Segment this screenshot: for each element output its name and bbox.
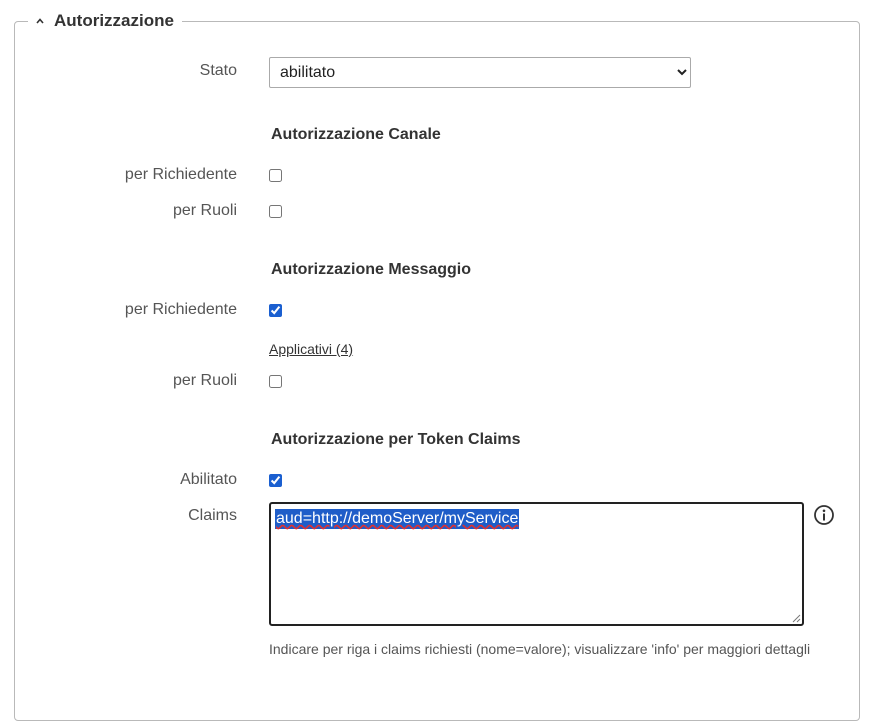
canale-per-richiedente-checkbox[interactable]: [269, 169, 282, 182]
resize-handle-icon[interactable]: [791, 613, 801, 623]
abilitato-label: Abilitato: [180, 471, 237, 488]
claims-value[interactable]: aud=http://demoServer/myService: [275, 509, 520, 529]
messaggio-per-ruoli-label: per Ruoli: [172, 372, 237, 389]
canale-per-ruoli-checkbox[interactable]: [269, 205, 282, 218]
messaggio-per-richiedente-label: per Richiedente: [124, 301, 237, 318]
chevron-up-icon[interactable]: [34, 15, 46, 27]
stato-select[interactable]: abilitato: [269, 57, 691, 88]
messaggio-per-richiedente-checkbox[interactable]: [269, 304, 282, 317]
token-claims-title: Autorizzazione per Token Claims: [271, 431, 521, 448]
claims-textarea[interactable]: aud=http://demoServer/myService: [269, 502, 804, 626]
section-header[interactable]: Autorizzazione: [28, 10, 182, 32]
canale-title: Autorizzazione Canale: [271, 126, 441, 143]
claims-hint: Indicare per riga i claims richiesti (no…: [269, 641, 811, 657]
canale-per-ruoli-label: per Ruoli: [172, 202, 237, 219]
stato-label: Stato: [199, 62, 237, 79]
section-title: Autorizzazione: [54, 11, 174, 30]
canale-per-richiedente-label: per Richiedente: [124, 166, 237, 183]
info-icon[interactable]: [813, 504, 835, 526]
applicativi-link[interactable]: Applicativi (4): [269, 341, 353, 357]
claims-label: Claims: [188, 507, 237, 524]
abilitato-checkbox[interactable]: [269, 474, 282, 487]
messaggio-per-ruoli-checkbox[interactable]: [269, 375, 282, 388]
messaggio-title: Autorizzazione Messaggio: [271, 261, 472, 278]
